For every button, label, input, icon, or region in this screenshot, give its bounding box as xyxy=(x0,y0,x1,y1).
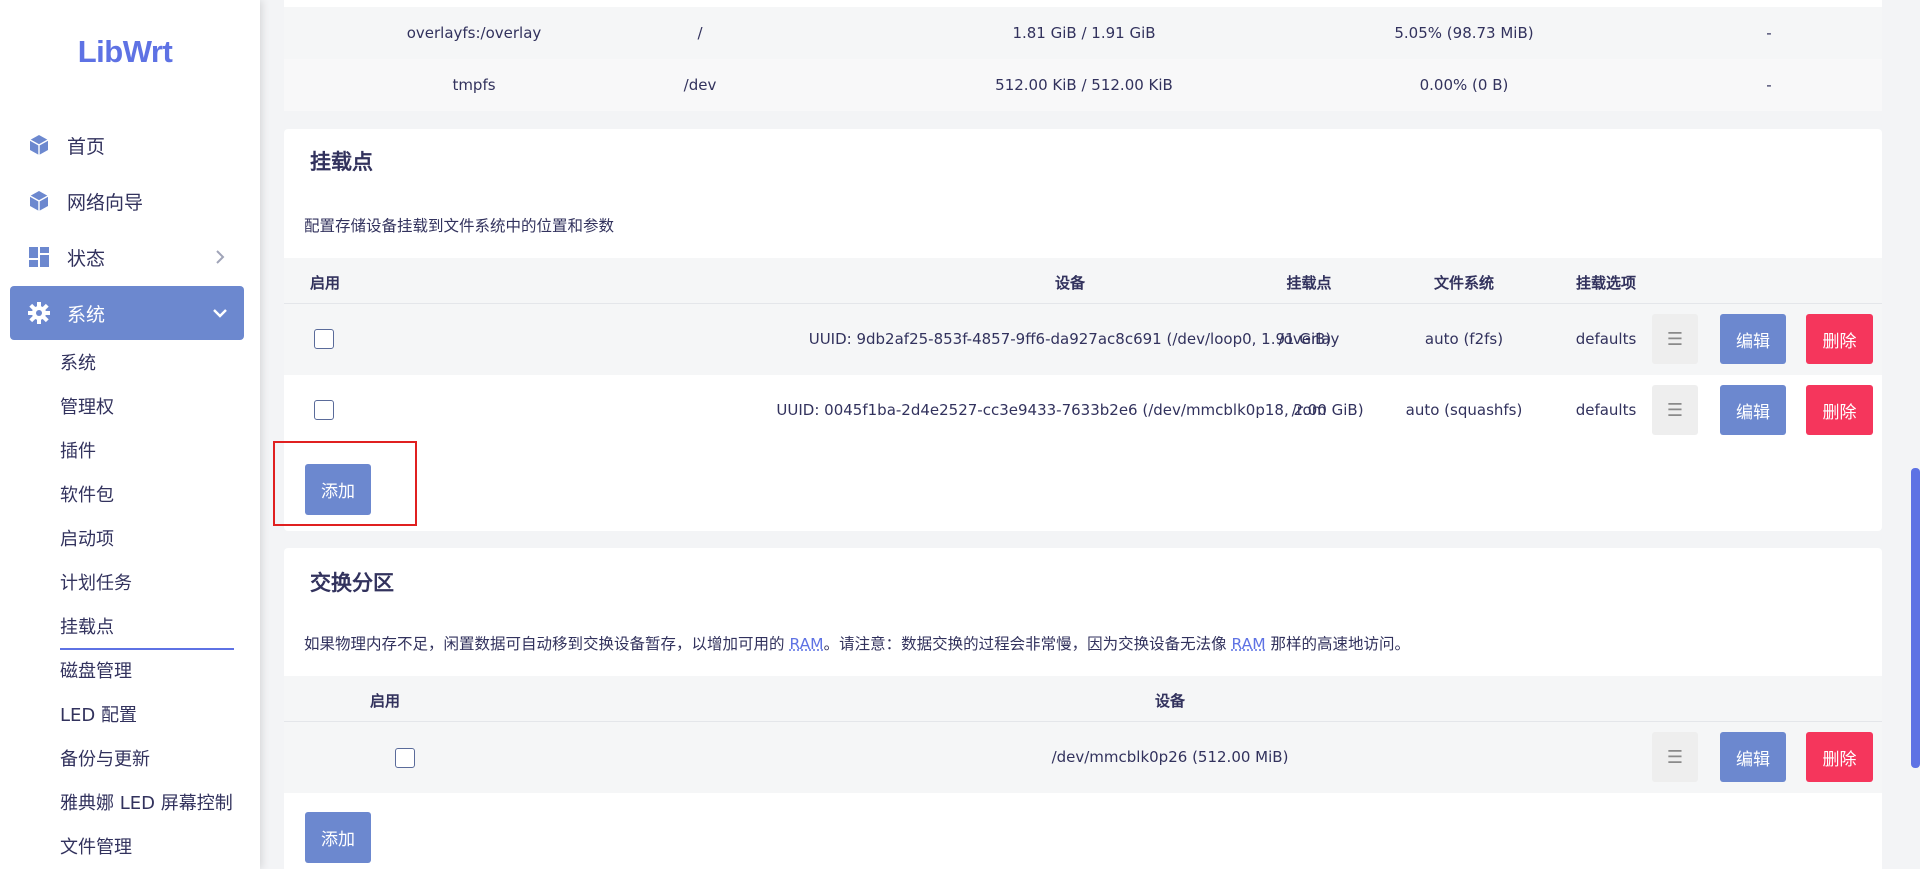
enable-checkbox[interactable] xyxy=(314,400,334,420)
header-enabled: 启用 xyxy=(304,272,346,293)
action-cell: - xyxy=(1754,24,1784,42)
scrollbar-thumb[interactable] xyxy=(1911,468,1920,768)
table-header: 启用 设备 xyxy=(284,676,1882,722)
edit-button[interactable]: 编辑 xyxy=(1720,732,1786,782)
usage-cell: 0.00% (0 B) xyxy=(1314,76,1614,94)
sidebar-nav: 首页 网络向导 状态 系统 xyxy=(10,118,244,342)
section-description: 如果物理内存不足，闲置数据可自动移到交换设备暂存，以增加可用的 RAM。请注意：… xyxy=(304,632,1410,654)
header-filesystem: 文件系统 xyxy=(1389,272,1539,293)
ram-abbr: RAM xyxy=(1232,635,1266,653)
filesystem-cell: tmpfs xyxy=(364,76,584,94)
mount-cell: / xyxy=(640,24,760,42)
drag-handle-button[interactable]: ☰ xyxy=(1652,732,1698,782)
desc-text: 。请注意：数据交换的过程会非常慢，因为交换设备无法像 xyxy=(824,635,1232,653)
subnav-item-system[interactable]: 系统 xyxy=(60,344,234,388)
usage-cell: 5.05% (98.73 MiB) xyxy=(1314,24,1614,42)
subnav-item-mount-points[interactable]: 挂载点 xyxy=(60,608,234,650)
device-cell: /dev/mmcblk0p26 (512.00 MiB) xyxy=(884,748,1456,766)
section-title: 挂载点 xyxy=(310,146,373,176)
dashboard-icon xyxy=(25,245,53,269)
highlight-box xyxy=(273,441,417,526)
filesystem-cell: auto (f2fs) xyxy=(1389,330,1539,348)
subnav-item-backup-update[interactable]: 备份与更新 xyxy=(60,740,234,784)
drag-handle-button[interactable]: ☰ xyxy=(1652,385,1698,435)
mount-cell: /dev xyxy=(640,76,760,94)
sidebar-item-label: 系统 xyxy=(67,300,105,327)
cube-icon xyxy=(25,189,53,213)
mount-points-section: 挂载点 配置存储设备挂载到文件系统中的位置和参数 启用 设备 挂载点 文件系统 … xyxy=(284,129,1882,531)
action-cell: - xyxy=(1754,76,1784,94)
table-header: 启用 设备 挂载点 文件系统 挂载选项 xyxy=(284,258,1882,304)
filesystem-cell: auto (squashfs) xyxy=(1389,401,1539,419)
header-mount-options: 挂载选项 xyxy=(1541,272,1671,293)
header-device: 设备 xyxy=(1084,690,1256,711)
sidebar-item-label: 状态 xyxy=(67,244,105,271)
delete-button[interactable]: 删除 xyxy=(1806,732,1873,782)
table-row: UUID: 9db2af25-853f-4857-9ff6-da927ac8c6… xyxy=(284,304,1882,375)
sidebar-item-label: 网络向导 xyxy=(67,188,143,215)
table-row: UUID: 0045f1ba-2d4e2527-cc3e9433-7633b2e… xyxy=(284,375,1882,446)
header-device: 设备 xyxy=(984,272,1156,293)
delete-button[interactable]: 删除 xyxy=(1806,314,1873,364)
mount-point-cell: /rom xyxy=(1234,401,1384,419)
chevron-right-icon xyxy=(210,247,230,267)
logo[interactable]: LibWrt xyxy=(0,34,250,70)
sidebar-item-network-wizard[interactable]: 网络向导 xyxy=(10,174,244,228)
add-swap-button[interactable]: 添加 xyxy=(305,812,371,863)
filesystem-cell: overlayfs:/overlay xyxy=(364,24,584,42)
subnav-item-plugins[interactable]: 插件 xyxy=(60,432,234,476)
sidebar-item-system[interactable]: 系统 xyxy=(10,286,244,340)
drag-handle-button[interactable]: ☰ xyxy=(1652,314,1698,364)
sidebar: LibWrt 首页 网络向导 状态 系统 系统 管理权 插件 软件包 启动项 计… xyxy=(0,0,260,869)
sidebar-item-status[interactable]: 状态 xyxy=(10,230,244,284)
subnav-item-led-config[interactable]: LED 配置 xyxy=(60,696,234,740)
sidebar-item-home[interactable]: 首页 xyxy=(10,118,244,172)
subnav-item-startup[interactable]: 启动项 xyxy=(60,520,234,564)
edit-button[interactable]: 编辑 xyxy=(1720,385,1786,435)
section-description: 配置存储设备挂载到文件系统中的位置和参数 xyxy=(304,214,614,236)
cube-icon xyxy=(25,133,53,157)
gear-icon xyxy=(25,301,53,325)
mount-point-cell: /overlay xyxy=(1234,330,1384,348)
subnav-item-packages[interactable]: 软件包 xyxy=(60,476,234,520)
size-cell: 1.81 GiB / 1.91 GiB xyxy=(934,24,1234,42)
desc-text: 那样的高速地访问。 xyxy=(1266,635,1410,653)
swap-section: 交换分区 如果物理内存不足，闲置数据可自动移到交换设备暂存，以增加可用的 RAM… xyxy=(284,548,1882,869)
table-row: /dev/mmcblk0p26 (512.00 MiB) ☰ 编辑 删除 xyxy=(284,722,1882,793)
sidebar-item-label: 首页 xyxy=(67,132,105,159)
size-cell: 512.00 KiB / 512.00 KiB xyxy=(934,76,1234,94)
section-title: 交换分区 xyxy=(310,567,394,597)
ram-abbr: RAM xyxy=(789,635,823,653)
subnav-item-file-manager[interactable]: 文件管理 xyxy=(60,828,234,869)
header-mount-point: 挂载点 xyxy=(1234,272,1384,293)
subnav-item-scheduled-tasks[interactable]: 计划任务 xyxy=(60,564,234,608)
table-row: tmpfs /dev 512.00 KiB / 512.00 KiB 0.00%… xyxy=(284,59,1882,111)
edit-button[interactable]: 编辑 xyxy=(1720,314,1786,364)
table-row: overlayfs:/overlay / 1.81 GiB / 1.91 GiB… xyxy=(284,7,1882,59)
subnav-item-athena-led[interactable]: 雅典娜 LED 屏幕控制 xyxy=(60,784,234,828)
page-scrollbar[interactable] xyxy=(1910,0,1920,869)
delete-button[interactable]: 删除 xyxy=(1806,385,1873,435)
enable-checkbox[interactable] xyxy=(314,329,334,349)
header-enabled: 启用 xyxy=(364,690,406,711)
desc-text: 如果物理内存不足，闲置数据可自动移到交换设备暂存，以增加可用的 xyxy=(304,635,789,653)
sidebar-subnav: 系统 管理权 插件 软件包 启动项 计划任务 挂载点 磁盘管理 LED 配置 备… xyxy=(60,344,234,869)
chevron-down-icon xyxy=(210,303,230,323)
filesystem-usage-table: overlayfs:/overlay / 1.81 GiB / 1.91 GiB… xyxy=(284,0,1882,110)
enable-checkbox[interactable] xyxy=(395,748,415,768)
subnav-item-admin[interactable]: 管理权 xyxy=(60,388,234,432)
subnav-item-disk-management[interactable]: 磁盘管理 xyxy=(60,652,234,696)
